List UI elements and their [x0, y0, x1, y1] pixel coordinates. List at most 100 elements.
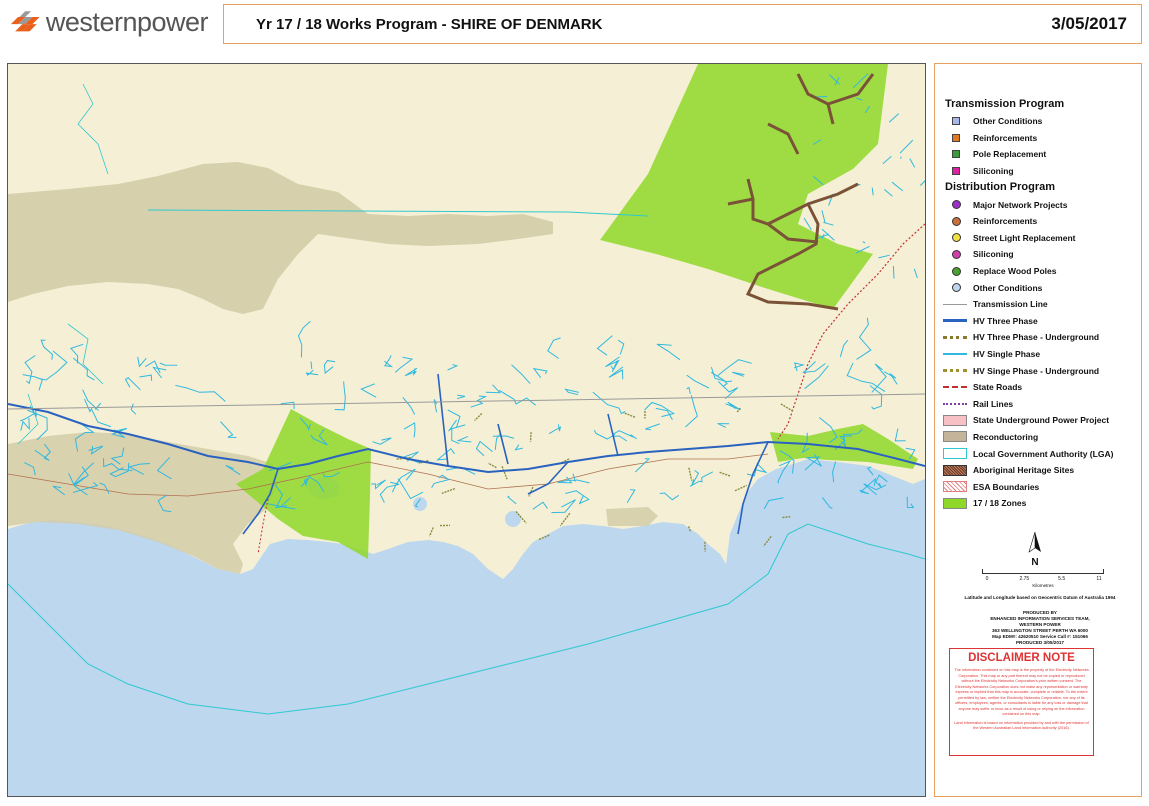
- legend-item-replace-wood-poles: Replace Wood Poles: [945, 263, 1137, 280]
- legend-item-state-underground-power-project: State Underground Power Project: [943, 412, 1137, 429]
- legend-item-transmission-line: Transmission Line: [943, 296, 1137, 313]
- legend-label: Street Light Replacement: [973, 232, 1076, 243]
- legend-distribution-heading: Distribution Program: [945, 181, 1056, 194]
- legend-symbol-icon: [945, 231, 967, 245]
- legend-item-hv-three-phase-underground: HV Three Phase - Underground: [943, 329, 1137, 346]
- legend-item-pole-replacement: Pole Replacement: [945, 146, 1137, 163]
- scale-unit: Kilometres: [1032, 583, 1054, 588]
- legend-item-esa-boundaries: ESA Boundaries: [943, 478, 1137, 495]
- legend-symbol-icon: [945, 114, 967, 128]
- disclaimer-credit: Land information is based on information…: [954, 720, 1089, 731]
- legend-label: Replace Wood Poles: [973, 266, 1057, 277]
- legend-label: Reconductoring: [973, 431, 1039, 442]
- legend-label: State Underground Power Project: [973, 415, 1110, 426]
- legend-symbol-icon: [943, 314, 967, 328]
- logo-mark-icon: [10, 11, 40, 32]
- legend-symbol-icon: [943, 430, 967, 444]
- legend-label: Rail Lines: [973, 398, 1014, 409]
- hv-underground-branch: [782, 516, 791, 519]
- legend-label: Siliconing: [973, 166, 1014, 177]
- legend-distribution-list: Major Network Projects Reinforcements Stre…: [945, 196, 1137, 296]
- legend-symbol-icon: [943, 380, 967, 394]
- legend-label: Major Network Projects: [973, 199, 1068, 210]
- legend-symbol-icon: [945, 147, 967, 161]
- north-arrow: N: [1027, 531, 1043, 568]
- scale-tick-label: 11: [1096, 576, 1102, 582]
- legend-symbol-icon: [943, 397, 967, 411]
- legend-label: HV Singe Phase - Underground: [973, 365, 1100, 376]
- legend-transmission-heading: Transmission Program: [945, 98, 1065, 110]
- legend-item-hv-three-phase: HV Three Phase: [943, 313, 1137, 330]
- legend-label: 17 / 18 Zones: [973, 498, 1027, 509]
- legend-symbol-icon: [943, 496, 967, 510]
- map-title: Yr 17 / 18 Works Program - SHIRE OF DENM…: [256, 15, 603, 33]
- scale-tick-label: 0: [985, 576, 989, 582]
- legend-symbol-icon: [943, 330, 967, 344]
- legend-symbol-icon: [945, 281, 967, 295]
- legend-label: Other Conditions: [973, 116, 1043, 127]
- legend-symbol-icon: [945, 131, 967, 145]
- scale-ticks: 0 2.75 5.5 11: [982, 576, 1104, 582]
- legend-item-reconductoring: Reconductoring: [943, 429, 1137, 446]
- legend-item-17-18-zones: 17 / 18 Zones: [943, 495, 1137, 512]
- legend-symbol-icon: [943, 364, 967, 378]
- legend-symbol-icon: [945, 164, 967, 178]
- legend-label: Pole Replacement: [973, 149, 1047, 160]
- legend-label: HV Single Phase: [973, 349, 1041, 360]
- legend-symbol-icon: [945, 247, 967, 261]
- legend-label: HV Three Phase - Underground: [973, 332, 1100, 343]
- legend-label: Reinforcements: [973, 216, 1038, 227]
- legend-label: Transmission Line: [973, 299, 1048, 310]
- legend-item-hv-single-phase: HV Single Phase: [943, 346, 1137, 363]
- legend-item-rail-lines: Rail Lines: [943, 396, 1137, 413]
- legend-areas-list: State Underground Power Project Reconduct…: [943, 412, 1137, 512]
- produced-line: PRODUCED 3/05/2017: [1015, 639, 1064, 645]
- legend-symbol-icon: [945, 214, 967, 228]
- brand-name: westernpower: [45, 6, 209, 37]
- legend-symbol-icon: [945, 264, 967, 278]
- north-arrow-icon: [1028, 531, 1041, 553]
- legend-item-aboriginal-heritage-sites: Aboriginal Heritage Sites: [943, 462, 1137, 479]
- legend-item-state-roads: State Roads: [943, 379, 1137, 396]
- legend-label: Local Government Authority (LGA): [973, 448, 1114, 459]
- legend-label: State Roads: [973, 382, 1023, 393]
- north-label: N: [1031, 557, 1039, 568]
- scale-bar: 0 2.75 5.5 11 Kilometres: [982, 569, 1104, 588]
- legend-transmission-list: Other Conditions Reinforcements Pole Repla…: [945, 113, 1137, 179]
- legend-symbol-icon: [945, 198, 967, 212]
- datum-note: Latitude and Longitude based on Geocentr…: [964, 595, 1116, 600]
- scale-tick-label: 2.75: [1019, 576, 1030, 582]
- produced-by: PRODUCED BY ENHANCED INFORMATION SERVICES…: [955, 610, 1125, 646]
- legend-label: Siliconing: [973, 249, 1014, 260]
- legend-symbol-icon: [943, 297, 967, 311]
- legend-panel: Transmission Program Other Conditions Rei…: [934, 63, 1142, 797]
- legend-lines-list: Transmission Line HV Three Phase HV Three …: [943, 296, 1137, 413]
- legend-item-other-conditions: Other Conditions: [945, 279, 1137, 296]
- legend-item-siliconing: Siliconing: [945, 163, 1137, 180]
- legend-label: Reinforcements: [973, 132, 1038, 143]
- hv-single-phase-branch: [892, 265, 895, 279]
- legend-symbol-icon: [943, 480, 967, 494]
- disclaimer-text: The information contained on this map is…: [954, 668, 1089, 716]
- legend-item-reinforcements: Reinforcements: [945, 213, 1137, 230]
- legend: Transmission Program Other Conditions Rei…: [943, 96, 1137, 512]
- map-date: 3/05/2017: [1051, 14, 1127, 33]
- legend-symbol-icon: [943, 413, 967, 427]
- map-canvas[interactable]: [8, 64, 925, 796]
- reconductoring-area: [606, 507, 658, 526]
- map-frame[interactable]: [7, 63, 926, 797]
- legend-item-major-network-projects: Major Network Projects: [945, 196, 1137, 213]
- legend-item-siliconing: Siliconing: [945, 246, 1137, 263]
- legend-item-local-government-authority-lga: Local Government Authority (LGA): [943, 445, 1137, 462]
- legend-item-street-light-replacement: Street Light Replacement: [945, 230, 1137, 247]
- scale-tick-label: 5.5: [1058, 576, 1066, 582]
- legend-item-hv-singe-phase-underground: HV Singe Phase - Underground: [943, 362, 1137, 379]
- legend-symbol-icon: [943, 347, 967, 361]
- title-bar: Yr 17 / 18 Works Program - SHIRE OF DENM…: [223, 4, 1142, 44]
- disclaimer-title: DISCLAIMER NOTE: [968, 652, 1075, 664]
- legend-label: Other Conditions: [973, 282, 1043, 293]
- legend-item-other-conditions: Other Conditions: [945, 113, 1137, 130]
- disclaimer-box: DISCLAIMER NOTE The information containe…: [949, 648, 1094, 756]
- legend-label: ESA Boundaries: [973, 481, 1040, 492]
- legend-item-reinforcements: Reinforcements: [945, 130, 1137, 147]
